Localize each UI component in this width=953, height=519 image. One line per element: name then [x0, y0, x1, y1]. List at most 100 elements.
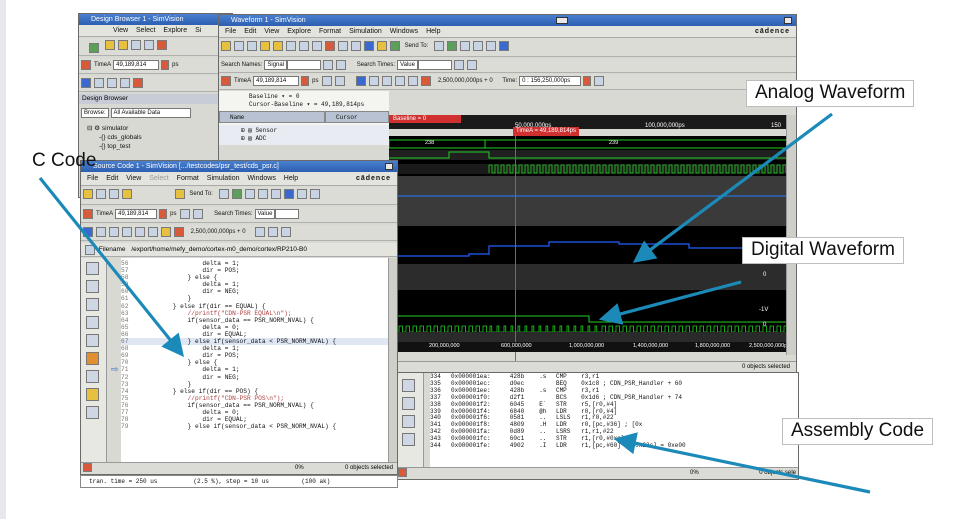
line-number[interactable]: 76 — [121, 402, 143, 409]
cursor-marker[interactable]: TimeA = 49,189,814ps — [513, 127, 579, 136]
send-source-icon[interactable] — [257, 189, 268, 199]
name-column-header[interactable]: Name — [219, 111, 325, 123]
copy-icon[interactable] — [299, 41, 309, 51]
run-icon[interactable] — [382, 76, 393, 86]
menu-format[interactable]: Format — [319, 28, 341, 35]
delete-icon[interactable] — [157, 40, 167, 50]
stop-icon[interactable] — [398, 468, 407, 477]
close-icon[interactable] — [385, 163, 393, 170]
menu-format[interactable]: Format — [177, 175, 199, 182]
code-line[interactable]: 66 dir = EQUAL; — [121, 331, 388, 338]
waveform-icon[interactable] — [120, 78, 130, 88]
send-waveform-icon[interactable] — [498, 41, 509, 51]
time-value-field[interactable]: 49,189,814 — [113, 60, 160, 70]
sort-icon[interactable] — [255, 227, 266, 237]
send-cycle-icon[interactable] — [296, 189, 307, 199]
line-number[interactable]: 60 — [121, 288, 143, 295]
menu-view[interactable]: View — [264, 28, 279, 35]
cursor-baseline-label[interactable]: Cursor-Baseline ▾ = 49,189,814ps — [249, 101, 364, 108]
waveform-ruler[interactable]: Baseline = 0 50,000,000ps 100,000,000ps … — [389, 115, 786, 129]
time-unit[interactable]: ps — [172, 58, 178, 72]
find-icon[interactable] — [338, 41, 348, 51]
sidebar-tool-icon[interactable] — [402, 379, 415, 392]
save-icon[interactable] — [234, 41, 244, 51]
line-number[interactable]: 75 — [121, 395, 143, 402]
send-design-icon[interactable] — [218, 189, 229, 199]
menu-windows[interactable]: Windows — [247, 175, 275, 182]
waveform-display[interactable]: 238 239 0 -1V 0 — [389, 136, 786, 342]
menu-simulation[interactable]: Simulation — [207, 175, 240, 182]
code-line[interactable]: 65 delta = 0; — [121, 324, 388, 331]
rewind-icon[interactable] — [83, 227, 93, 237]
code-line[interactable]: 63 //printf("CDN-PSR EQUAL\n"); — [121, 310, 388, 317]
cursor-column-header[interactable]: Cursor — [325, 111, 389, 123]
code-line[interactable]: 57 dir = POS; — [121, 267, 388, 274]
search-times-back-icon[interactable] — [466, 60, 477, 70]
code-line[interactable]: 67 } else if(sensor_data < PSR_NORM_NVAL… — [121, 338, 388, 346]
pause-icon[interactable] — [94, 78, 104, 88]
vertical-scrollbar[interactable] — [786, 115, 796, 355]
open-icon[interactable] — [221, 41, 231, 51]
code-line[interactable]: 64 if(sensor_data == PSR_NORM_NVAL) { — [121, 317, 388, 324]
line-number[interactable]: 63 — [121, 310, 143, 317]
line-number[interactable]: 69 — [121, 352, 143, 359]
probe-icon[interactable] — [174, 189, 185, 199]
open-icon[interactable] — [83, 189, 93, 199]
tree-item-simulator[interactable]: ⊟ ⚙ simulator — [87, 124, 142, 133]
sidebar-tool-icon[interactable] — [86, 406, 99, 419]
next-edge-icon[interactable] — [193, 209, 204, 219]
bookmark-icon[interactable] — [268, 227, 279, 237]
search-forward-icon[interactable] — [323, 60, 334, 70]
code-line[interactable]: 60 dir = NEG; — [121, 288, 388, 295]
time-dropdown-icon[interactable] — [159, 209, 168, 219]
signal-row-adc[interactable]: ⊞ ▤ ADC — [241, 135, 266, 142]
zoom-in-icon[interactable] — [594, 76, 605, 86]
sidebar-tool-icon[interactable] — [86, 352, 99, 365]
line-number[interactable]: 57 — [121, 267, 143, 274]
code-line[interactable]: 71 delta = 1; — [121, 366, 388, 373]
prev-edge-icon[interactable] — [322, 76, 333, 86]
send-register-icon[interactable] — [459, 41, 470, 51]
send-grid-icon[interactable] — [309, 189, 320, 199]
vertical-scrollbar[interactable] — [388, 258, 397, 462]
line-number[interactable]: 65 — [121, 324, 143, 331]
line-number[interactable]: 67 — [121, 338, 143, 345]
marker-icon[interactable] — [364, 41, 374, 51]
time-range-dropdown-icon[interactable] — [583, 76, 592, 86]
copy-icon[interactable] — [144, 40, 154, 50]
send-memory-icon[interactable] — [485, 41, 496, 51]
menu-windows[interactable]: Windows — [390, 28, 418, 35]
step-icon[interactable] — [81, 78, 91, 88]
add-icon[interactable] — [390, 41, 400, 51]
line-number[interactable]: 56 — [121, 260, 143, 267]
rewind-icon[interactable] — [356, 76, 367, 86]
browse-dropdown[interactable]: Browse: — [81, 108, 109, 118]
line-number[interactable]: 70 — [121, 359, 143, 366]
tree-item-cds-globals[interactable]: -{} cds_globals — [87, 133, 142, 142]
code-line[interactable]: 72 dir = NEG; — [121, 374, 388, 381]
code-line[interactable]: 69 dir = POS; — [121, 352, 388, 359]
stop-icon[interactable] — [133, 78, 143, 88]
send-schematic-icon[interactable] — [446, 41, 457, 51]
menu-select[interactable]: Select — [136, 27, 155, 34]
time-marker-icon[interactable] — [81, 60, 91, 70]
search-names-input[interactable] — [287, 60, 322, 70]
time-unit[interactable]: ps — [312, 74, 318, 88]
send-register-icon[interactable] — [244, 189, 255, 199]
sidebar-tool-icon[interactable] — [402, 433, 415, 446]
edit-icon[interactable] — [122, 189, 132, 199]
undo-icon[interactable] — [105, 40, 115, 50]
home-icon[interactable] — [89, 43, 99, 53]
cursor-line[interactable] — [515, 134, 516, 372]
code-line[interactable]: 77 delta = 0; — [121, 409, 388, 416]
browse-value-field[interactable]: All Available Data — [110, 108, 191, 118]
bottom-ruler[interactable]: 200,000,000 600,000,000 1,000,000,000 1,… — [389, 342, 790, 352]
maximize-icon[interactable] — [556, 17, 568, 24]
search-times-dropdown[interactable]: Value — [254, 209, 276, 219]
zoom-icon[interactable] — [351, 41, 361, 51]
menu-help[interactable]: Help — [426, 28, 440, 35]
sidebar-tool-icon[interactable] — [402, 397, 415, 410]
line-number[interactable]: 68 — [121, 345, 143, 352]
sidebar-tool-icon[interactable] — [86, 388, 99, 401]
code-line[interactable]: 73 } — [121, 381, 388, 388]
